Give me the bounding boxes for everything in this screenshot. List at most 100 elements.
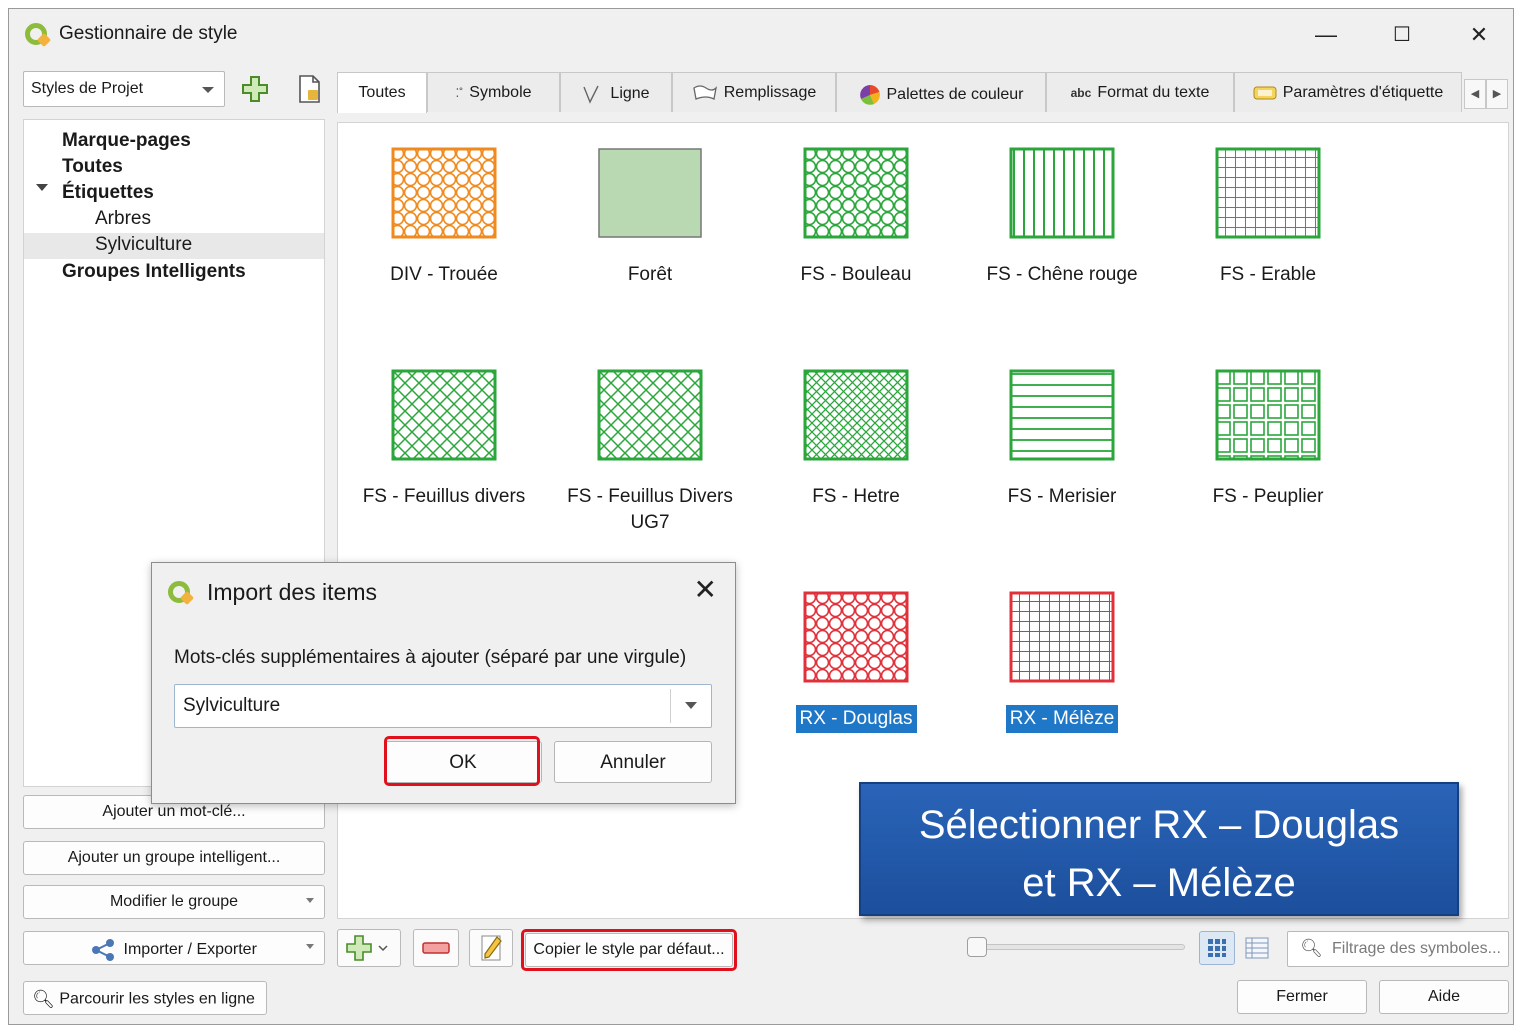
tags-combo-input[interactable]: Sylviculture <box>174 684 712 728</box>
tab-all[interactable]: Toutes <box>337 72 427 113</box>
symbol-item[interactable]: FS - Feuillus Divers UG7 <box>550 369 750 537</box>
tab-label-settings[interactable]: Paramètres d'étiquette <box>1234 72 1462 112</box>
tab-fill[interactable]: Remplissage <box>672 72 836 112</box>
color-ramp-icon <box>859 85 880 105</box>
symbol-label: FS - Chêne rouge <box>986 264 1138 285</box>
symbol-label: DIV - Trouée <box>390 264 498 285</box>
symbol-item[interactable]: FS - Bouleau <box>756 147 956 289</box>
tree-item-smart-groups[interactable]: Groupes Intelligents <box>62 261 246 283</box>
symbol-item[interactable]: FS - Erable <box>1168 147 1368 289</box>
grid-view-icon <box>1208 939 1226 957</box>
fill-icon <box>693 85 717 100</box>
tab-text-format-label: Format du texte <box>1097 84 1210 101</box>
add-item-button[interactable] <box>337 929 401 967</box>
icon-view-button[interactable] <box>1199 931 1235 965</box>
symbol-preview <box>1009 147 1115 239</box>
symbol-preview <box>803 147 909 239</box>
tags-value: Sylviculture <box>183 695 281 716</box>
filter-placeholder: Filtrage des symboles... <box>1332 940 1501 957</box>
share-icon <box>92 939 115 961</box>
symbol-preview <box>1215 147 1321 239</box>
import-export-button[interactable]: Importer / Exporter <box>23 931 325 965</box>
style-manager-window: Gestionnaire de style — ☐ ✕ Styles de Pr… <box>8 8 1514 1025</box>
tab-line[interactable]: Ligne <box>560 72 672 112</box>
list-view-button[interactable] <box>1239 931 1275 965</box>
slider-handle[interactable] <box>967 937 987 957</box>
symbol-preview <box>391 147 497 239</box>
symbol-preview <box>597 369 703 461</box>
instruction-callout: Sélectionner RX – Douglas et RX – Mélèze <box>859 782 1459 916</box>
cancel-button[interactable]: Annuler <box>554 741 712 783</box>
symbol-preview <box>803 369 909 461</box>
symbol-item[interactable]: Forêt <box>550 147 750 289</box>
symbol-preview <box>1215 369 1321 461</box>
icon-size-slider[interactable] <box>969 944 1185 950</box>
tab-label-settings-label: Paramètres d'étiquette <box>1282 84 1444 101</box>
symbol-item[interactable]: DIV - Trouée <box>344 147 544 289</box>
symbol-filter-input[interactable]: 🔍︎ Filtrage des symboles... <box>1287 931 1509 967</box>
modify-group-button[interactable]: Modifier le groupe <box>23 885 325 919</box>
symbol-item[interactable]: FS - Feuillus divers <box>344 369 544 511</box>
import-items-dialog: Import des items ✕ Mots-clés supplémenta… <box>151 562 736 804</box>
browse-online-label: Parcourir les styles en ligne <box>59 990 255 1008</box>
remove-item-button[interactable] <box>413 929 459 967</box>
tree-item-sylviculture: Sylviculture <box>95 234 193 255</box>
tab-fill-label: Remplissage <box>723 84 817 102</box>
add-style-database-icon[interactable] <box>239 73 271 105</box>
maximize-button[interactable]: ☐ <box>1383 19 1421 51</box>
callout-line-2: et RX – Mélèze <box>1022 861 1296 905</box>
tab-all-label: Toutes <box>358 84 406 101</box>
new-style-database-icon[interactable] <box>293 73 325 105</box>
symbol-label: RX - Douglas <box>795 705 917 733</box>
tree-item-all[interactable]: Toutes <box>62 156 123 178</box>
line-icon <box>583 85 600 104</box>
list-view-icon <box>1245 937 1269 959</box>
symbol-item[interactable]: FS - Hetre <box>756 369 956 511</box>
tree-item-tags[interactable]: Étiquettes <box>62 182 154 204</box>
symbol-item[interactable]: FS - Merisier <box>962 369 1162 511</box>
tree-item-bookmarks[interactable]: Marque-pages <box>62 130 191 152</box>
tab-text-format[interactable]: abc Format du texte <box>1046 72 1234 112</box>
symbol-item[interactable]: RX - Douglas <box>756 591 956 733</box>
tab-color-ramps[interactable]: Palettes de couleur <box>836 72 1046 112</box>
highlight-copy-default <box>521 929 737 971</box>
symbol-item[interactable]: FS - Chêne rouge <box>962 147 1162 289</box>
help-button[interactable]: Aide <box>1379 980 1509 1014</box>
search-icon: 🔍︎ <box>1300 938 1323 958</box>
symbol-preview <box>1009 369 1115 461</box>
expand-caret-icon[interactable] <box>36 184 48 191</box>
symbol-label: Forêt <box>627 264 673 285</box>
label-settings-icon <box>1253 86 1277 100</box>
window-title: Gestionnaire de style <box>59 23 238 44</box>
close-button[interactable]: ✕ <box>1460 19 1498 51</box>
title-bar: Gestionnaire de style — ☐ ✕ <box>9 9 1513 61</box>
search-icon: 🔍︎ <box>32 989 55 1009</box>
tab-symbol-label: Symbole <box>469 84 532 101</box>
modify-group-label: Modifier le groupe <box>109 893 239 910</box>
browse-online-button[interactable]: 🔍︎ Parcourir les styles en ligne <box>23 981 267 1015</box>
minimize-button[interactable]: — <box>1307 19 1345 51</box>
style-source-select[interactable]: Styles de Projet <box>23 71 225 107</box>
style-source-value: Styles de Projet <box>31 80 144 97</box>
tab-symbol[interactable]: ⁚˚ Symbole <box>427 72 560 112</box>
tab-scroll-left-button[interactable]: ◀ <box>1464 79 1486 109</box>
dropdown-arrow-icon <box>306 944 314 949</box>
edit-item-button[interactable] <box>469 929 513 967</box>
remove-icon <box>422 942 450 954</box>
dialog-title: Import des items <box>207 579 377 605</box>
symbol-item[interactable]: RX - Mélèze <box>962 591 1162 733</box>
close-dialog-button[interactable]: Fermer <box>1237 980 1367 1014</box>
chevron-down-icon[interactable] <box>685 702 697 709</box>
symbol-label: FS - Feuillus divers <box>362 486 526 507</box>
close-icon[interactable]: ✕ <box>694 573 717 606</box>
tree-item-selected-row[interactable]: Sylviculture <box>24 233 324 259</box>
tags-label: Mots-clés supplémentaires à ajouter (sép… <box>174 647 687 668</box>
highlight-ok <box>384 736 540 786</box>
tab-scroll-right-button[interactable]: ▶ <box>1486 79 1508 109</box>
edit-pencil-icon <box>481 935 502 961</box>
tab-line-label: Ligne <box>610 85 650 103</box>
tree-item-arbres[interactable]: Arbres <box>95 208 151 230</box>
symbol-item[interactable]: FS - Peuplier <box>1168 369 1368 511</box>
import-export-label: Importer / Exporter <box>123 941 257 959</box>
add-smart-group-button[interactable]: Ajouter un groupe intelligent... <box>23 841 325 875</box>
